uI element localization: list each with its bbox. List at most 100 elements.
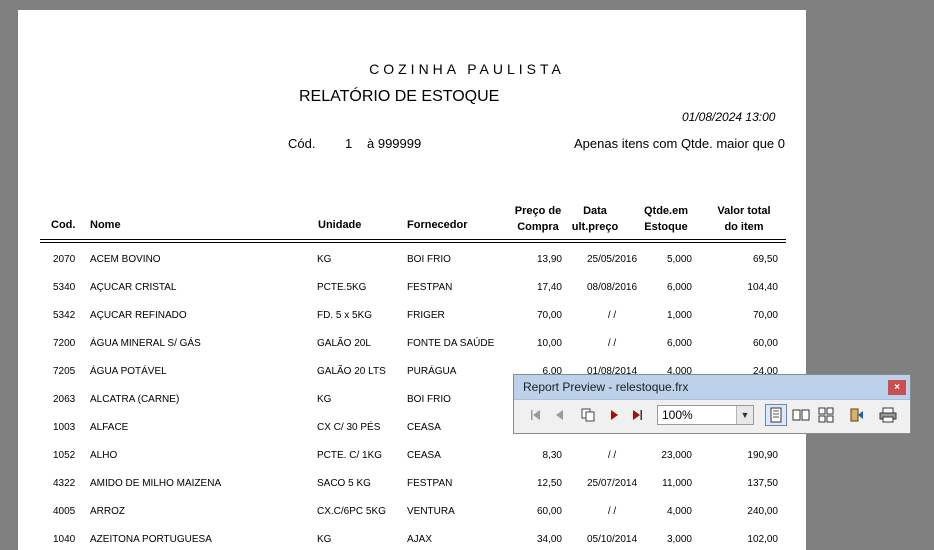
cell-data: / / bbox=[607, 310, 617, 321]
cell-fornecedor: VENTURA bbox=[407, 506, 455, 517]
cell-qtde: 5,000 bbox=[666, 254, 692, 265]
zoom-select[interactable]: 100% ▼ bbox=[657, 405, 754, 425]
cell-qtde: 6,000 bbox=[666, 338, 692, 349]
cell-fornecedor: CEASA bbox=[407, 422, 441, 433]
cell-nome: AMIDO DE MILHO MAIZENA bbox=[90, 478, 222, 489]
cell-data: 25/05/2016 bbox=[586, 254, 638, 265]
cell-unidade: KG bbox=[317, 534, 332, 545]
cell-preco: 60,00 bbox=[536, 506, 562, 517]
report-title: RELATÓRIO DE ESTOQUE bbox=[299, 88, 500, 105]
cell-preco: 70,00 bbox=[536, 310, 562, 321]
cell-cod: 1003 bbox=[53, 422, 76, 433]
cell-cod: 2070 bbox=[53, 254, 76, 265]
cell-valor: 137,50 bbox=[747, 478, 778, 489]
header-unidade: Unidade bbox=[318, 219, 362, 231]
cell-nome: AÇUCAR CRISTAL bbox=[90, 282, 177, 293]
first-page-button[interactable] bbox=[525, 404, 547, 426]
cell-unidade: SACO 5 KG bbox=[317, 478, 371, 489]
report-preview-window: Report Preview - relestoque.frx × 100% ▼ bbox=[513, 374, 911, 434]
cell-valor: 240,00 bbox=[747, 506, 778, 517]
criteria-note: Apenas itens com Qtde. maior que 0 bbox=[574, 136, 786, 151]
table-row: 1040 AZEITONA PORTUGUESA KG AJAX 34,00 05/10/… bbox=[18, 534, 806, 550]
report-page: COZINHA PAULISTA RELATÓRIO DE ESTOQUE 01… bbox=[18, 10, 806, 550]
cell-unidade: CX.C/6PC 5KG bbox=[317, 506, 386, 517]
cell-nome: ÁGUA MINERAL S/ GÁS bbox=[90, 338, 201, 349]
cell-valor: 70,00 bbox=[752, 310, 778, 321]
cell-data: 05/10/2014 bbox=[586, 534, 638, 545]
cell-data: / / bbox=[607, 338, 617, 349]
cell-fornecedor: BOI FRIO bbox=[407, 394, 451, 405]
cell-data: / / bbox=[607, 450, 617, 461]
cell-preco: 13,90 bbox=[536, 254, 562, 265]
chevron-down-icon[interactable]: ▼ bbox=[736, 406, 753, 424]
table-row: 4005 ARROZ CX.C/6PC 5KG VENTURA 60,00 / / 4,00… bbox=[18, 506, 806, 534]
cell-data: / / bbox=[607, 506, 617, 517]
next-page-icon bbox=[611, 410, 618, 420]
cell-preco: 8,30 bbox=[542, 450, 562, 461]
last-page-button[interactable] bbox=[626, 404, 648, 426]
report-preview-titlebar[interactable]: Report Preview - relestoque.frx × bbox=[514, 375, 910, 400]
cell-unidade: FD. 5 x 5KG bbox=[317, 310, 373, 321]
cell-nome: AZEITONA PORTUGUESA bbox=[90, 534, 212, 545]
four-pages-button[interactable] bbox=[815, 404, 837, 426]
cell-nome: ALCATRA (CARNE) bbox=[90, 394, 180, 405]
cell-preco: 12,50 bbox=[536, 478, 562, 489]
cell-valor: 104,40 bbox=[747, 282, 778, 293]
cell-qtde: 6,000 bbox=[666, 282, 692, 293]
exit-icon bbox=[850, 408, 863, 422]
prev-page-icon bbox=[556, 410, 563, 420]
single-page-button[interactable] bbox=[765, 404, 787, 426]
next-page-button[interactable] bbox=[603, 404, 625, 426]
cell-valor: 69,50 bbox=[752, 254, 778, 265]
cell-fornecedor: FESTPAN bbox=[407, 478, 453, 489]
two-pages-icon bbox=[792, 409, 810, 421]
cell-cod: 4322 bbox=[53, 478, 76, 489]
cell-data: 25/07/2014 bbox=[586, 478, 638, 489]
cell-cod: 2063 bbox=[53, 394, 76, 405]
print-button[interactable] bbox=[877, 404, 899, 426]
cell-nome: ÁGUA POTÁVEL bbox=[90, 366, 167, 377]
cell-cod: 5342 bbox=[53, 310, 76, 321]
report-preview-title: Report Preview - relestoque.frx bbox=[523, 380, 689, 394]
cell-unidade: KG bbox=[317, 254, 332, 265]
report-timestamp: 01/08/2024 13:00 bbox=[682, 110, 776, 124]
single-page-icon bbox=[770, 407, 782, 423]
cell-valor: 102,00 bbox=[747, 534, 778, 545]
prev-page-button[interactable] bbox=[549, 404, 571, 426]
cell-nome: AÇUCAR REFINADO bbox=[90, 310, 187, 321]
header-valor: Valor total do item bbox=[717, 205, 771, 233]
table-row: 5340 AÇUCAR CRISTAL PCTE.5KG FESTPAN 17,40 08… bbox=[18, 282, 806, 310]
print-icon bbox=[879, 407, 897, 423]
cell-unidade: KG bbox=[317, 394, 332, 405]
cell-unidade: CX C/ 30 PÉS bbox=[317, 422, 381, 433]
table-row: 2070 ACEM BOVINO KG BOI FRIO 13,90 25/05/2016… bbox=[18, 254, 806, 282]
two-pages-button[interactable] bbox=[790, 404, 812, 426]
cell-cod: 1052 bbox=[53, 450, 76, 461]
cell-nome: ACEM BOVINO bbox=[90, 254, 161, 265]
cell-cod: 7205 bbox=[53, 366, 76, 377]
cell-unidade: GALÃO 20 LTS bbox=[317, 366, 386, 377]
cell-fornecedor: FRIGER bbox=[407, 310, 445, 321]
company-name: COZINHA PAULISTA bbox=[369, 61, 565, 77]
cell-qtde: 1,000 bbox=[666, 310, 692, 321]
cell-unidade: PCTE. C/ 1KG bbox=[317, 450, 383, 461]
copy-icon bbox=[581, 408, 595, 422]
cell-fornecedor: PURÁGUA bbox=[407, 366, 457, 377]
header-divider-bottom bbox=[40, 242, 786, 243]
cell-preco: 34,00 bbox=[536, 534, 562, 545]
header-divider-top bbox=[40, 239, 786, 240]
header-qtde: Qtde.em Estoque bbox=[643, 205, 688, 233]
close-button[interactable]: × bbox=[888, 380, 906, 395]
header-nome: Nome bbox=[90, 219, 121, 231]
copy-button[interactable] bbox=[577, 404, 599, 426]
cell-nome: ALFACE bbox=[90, 422, 129, 433]
cell-cod: 1040 bbox=[53, 534, 76, 545]
cell-qtde: 11,000 bbox=[662, 478, 692, 489]
cell-preco: 17,40 bbox=[536, 282, 562, 293]
cell-nome: ALHO bbox=[90, 450, 118, 461]
cell-fornecedor: CEASA bbox=[407, 450, 441, 461]
exit-button[interactable] bbox=[846, 404, 868, 426]
cell-valor: 190,90 bbox=[747, 450, 778, 461]
table-row: 5342 AÇUCAR REFINADO FD. 5 x 5KG FRIGER 70,0… bbox=[18, 310, 806, 338]
cell-data: 08/08/2016 bbox=[586, 282, 638, 293]
